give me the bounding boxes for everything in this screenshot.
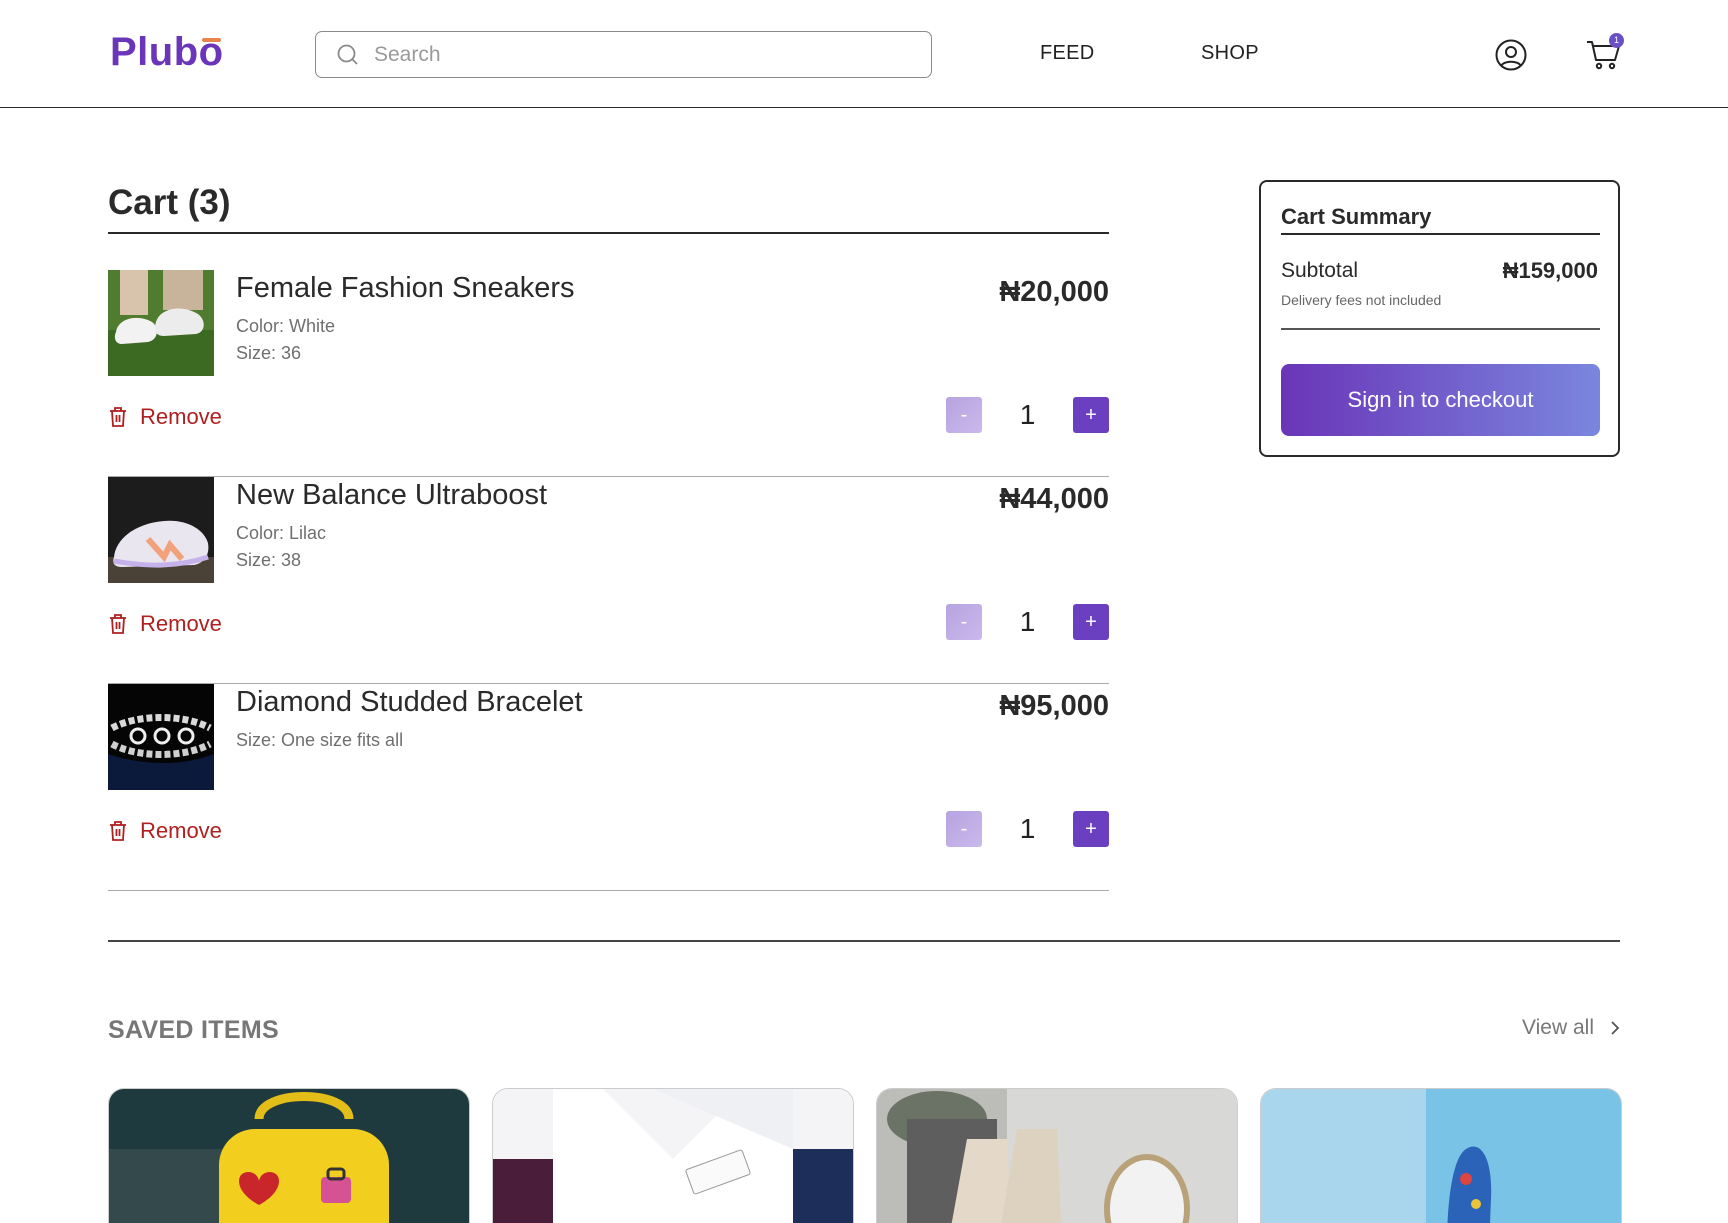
increase-quantity-button[interactable]: + bbox=[1073, 397, 1109, 433]
remove-label: Remove bbox=[140, 818, 222, 843]
quantity-stepper: - 1 + bbox=[946, 397, 1109, 433]
remove-button[interactable]: Remove bbox=[108, 404, 222, 430]
chevron-right-icon bbox=[1611, 1021, 1620, 1035]
trash-icon bbox=[110, 821, 126, 841]
item-price: ₦44,000 bbox=[999, 483, 1109, 515]
user-account-icon[interactable] bbox=[1494, 38, 1528, 72]
remove-label: Remove bbox=[140, 404, 222, 429]
search-bar[interactable] bbox=[315, 31, 932, 78]
search-input[interactable] bbox=[374, 42, 894, 67]
decrease-quantity-button[interactable]: - bbox=[946, 811, 982, 847]
item-size: Size: 36 bbox=[236, 343, 302, 363]
cart-summary-panel: Cart Summary Subtotal ₦159,000 Delivery … bbox=[1259, 180, 1620, 457]
product-image-new-balance[interactable] bbox=[108, 477, 214, 583]
saved-items-title: SAVED ITEMS bbox=[108, 1016, 279, 1044]
summary-divider bbox=[1281, 233, 1600, 235]
plubo-logo[interactable]: Plubo bbox=[110, 30, 224, 75]
remove-button[interactable]: Remove bbox=[108, 818, 222, 844]
cart-item: Female Fashion Sneakers Color: White Siz… bbox=[108, 270, 1109, 477]
view-all-link[interactable]: View all bbox=[1522, 1016, 1620, 1040]
cart-title: Cart (3) bbox=[108, 183, 231, 222]
view-all-label: View all bbox=[1522, 1016, 1594, 1039]
sign-in-to-checkout-button[interactable]: Sign in to checkout bbox=[1281, 364, 1600, 436]
decrease-quantity-button[interactable]: - bbox=[946, 604, 982, 640]
section-divider bbox=[108, 940, 1620, 942]
increase-quantity-button[interactable]: + bbox=[1073, 811, 1109, 847]
quantity-value: 1 bbox=[1019, 399, 1036, 430]
cart-title-divider bbox=[108, 232, 1109, 234]
trash-icon bbox=[110, 614, 126, 634]
increase-quantity-button[interactable]: + bbox=[1073, 604, 1109, 640]
delivery-note: Delivery fees not included bbox=[1281, 292, 1442, 308]
quantity-value: 1 bbox=[1019, 813, 1036, 844]
saved-item-card-boots[interactable] bbox=[876, 1088, 1238, 1223]
trash-icon bbox=[110, 407, 126, 427]
cart-count-badge: 1 bbox=[1609, 33, 1624, 48]
nav-feed[interactable]: FEED bbox=[1040, 42, 1095, 65]
item-price: ₦95,000 bbox=[999, 690, 1109, 722]
quantity-stepper: - 1 + bbox=[946, 811, 1109, 847]
remove-button[interactable]: Remove bbox=[108, 611, 222, 637]
summary-divider bbox=[1281, 328, 1600, 330]
item-size: Size: 38 bbox=[236, 550, 302, 570]
subtotal-value: ₦159,000 bbox=[1502, 258, 1598, 283]
saved-item-card-backpack[interactable] bbox=[108, 1088, 470, 1223]
saved-item-card-shoe[interactable] bbox=[1260, 1088, 1622, 1223]
saved-item-card-shirt[interactable] bbox=[492, 1088, 854, 1223]
site-header: Plubo FEED SHOP 1 bbox=[0, 0, 1728, 108]
item-color: Color: White bbox=[236, 316, 336, 336]
cart-summary-title: Cart Summary bbox=[1281, 204, 1432, 229]
product-image-bracelet[interactable] bbox=[108, 684, 214, 790]
item-name[interactable]: Diamond Studded Bracelet bbox=[236, 686, 583, 719]
subtotal-label: Subtotal bbox=[1281, 259, 1359, 282]
product-image-sneakers[interactable] bbox=[108, 270, 214, 376]
quantity-value: 1 bbox=[1019, 606, 1036, 637]
nav-shop[interactable]: SHOP bbox=[1201, 42, 1259, 65]
quantity-stepper: - 1 + bbox=[946, 604, 1109, 640]
decrease-quantity-button[interactable]: - bbox=[946, 397, 982, 433]
item-color: Color: Lilac bbox=[236, 523, 327, 543]
item-size: Size: One size fits all bbox=[236, 730, 404, 750]
item-name[interactable]: New Balance Ultraboost bbox=[236, 479, 547, 512]
cart-item: Diamond Studded Bracelet Size: One size … bbox=[108, 684, 1109, 891]
cart-item: New Balance Ultraboost Color: Lilac Size… bbox=[108, 477, 1109, 684]
search-icon bbox=[337, 44, 358, 65]
item-name[interactable]: Female Fashion Sneakers bbox=[236, 272, 575, 305]
item-price: ₦20,000 bbox=[999, 276, 1109, 308]
remove-label: Remove bbox=[140, 611, 222, 636]
